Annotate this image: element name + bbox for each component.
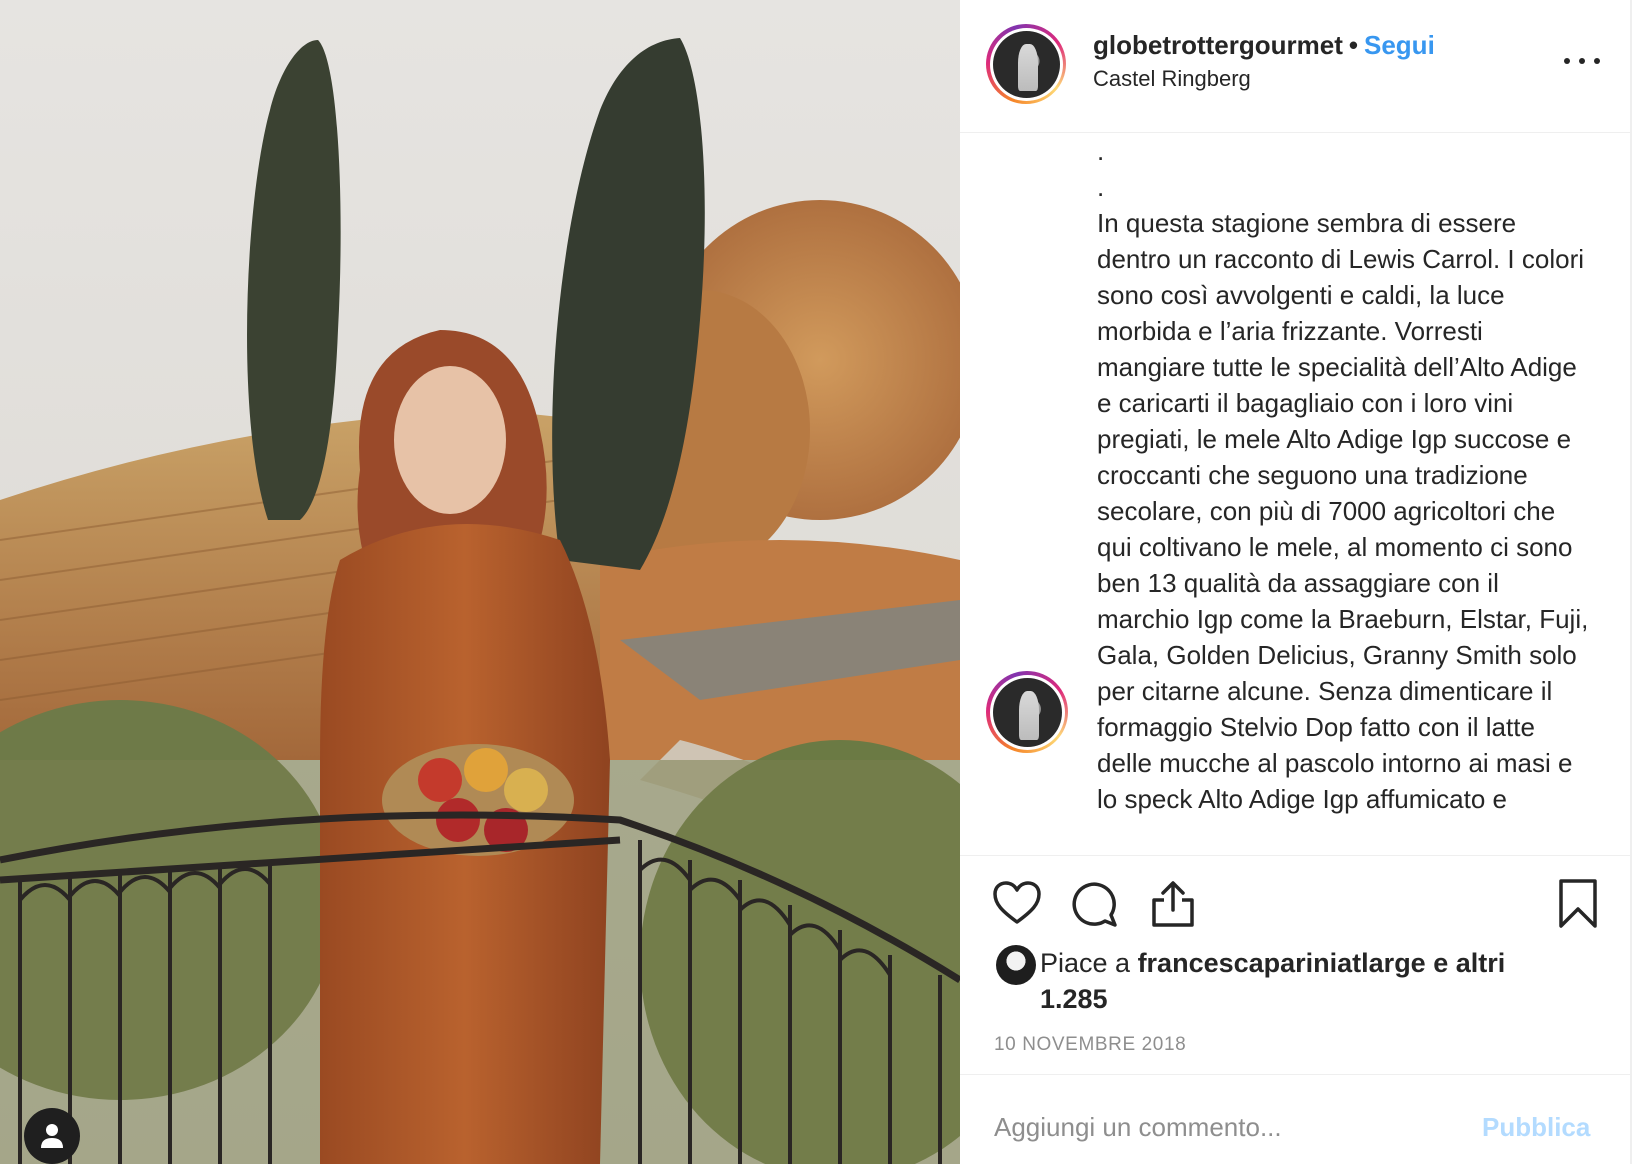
more-icon[interactable] [1564,54,1600,68]
publish-button[interactable]: Pubblica [1482,1112,1590,1143]
post-sidebar: globetrottergourmet • Segui Castel Ringber… [960,0,1632,1164]
user-tag-icon [41,1124,63,1148]
caption-scroll-area[interactable]: . . In questa stagione sembra di essere … [960,133,1632,855]
comment-icon[interactable] [1070,880,1118,928]
likes-prefix: Piace a [1040,948,1138,978]
separator-dot: • [1348,30,1358,60]
bookmark-icon[interactable] [1558,878,1598,930]
post-image [0,0,960,1164]
likes-text: Piace a francescapariniatlarge e altri 1… [1040,945,1560,1017]
share-icon[interactable] [1150,880,1196,928]
heart-icon[interactable] [992,880,1042,926]
post-photo[interactable] [0,0,960,1164]
post-header: globetrottergourmet • Segui Castel Ringber… [960,0,1632,133]
author-username[interactable]: globetrottergourmet [1093,30,1343,60]
liker-username[interactable]: francescapariniatlarge [1138,948,1426,978]
follow-button[interactable]: Segui [1364,30,1435,60]
author-line: globetrottergourmet • Segui [1093,30,1435,61]
caption-author-avatar[interactable] [986,671,1068,753]
post-location[interactable]: Castel Ringberg [1093,66,1251,92]
action-bar [960,870,1632,940]
user-tag-button[interactable] [24,1108,80,1164]
liker-avatar[interactable] [996,945,1036,985]
post-date[interactable]: 10 NOVEMBRE 2018 [994,1034,1186,1056]
author-avatar[interactable] [986,24,1066,104]
comment-divider [960,1074,1632,1075]
actions-divider [960,855,1632,856]
caption-text: . . In questa stagione sembra di essere … [1097,136,1589,814]
comment-input[interactable] [994,1112,1434,1143]
